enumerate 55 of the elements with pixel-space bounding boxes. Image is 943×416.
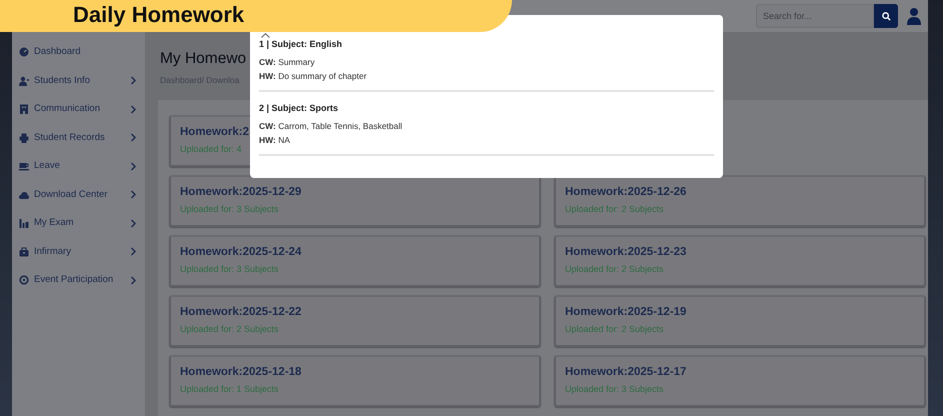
- card-title: Homework:2: [180, 124, 250, 140]
- homework-card[interactable]: Homework:2025-12-17 Uploaded for: 3 Subjects: [554, 354, 926, 407]
- sidebar-item[interactable]: Download Center: [12, 180, 145, 209]
- search-icon: [882, 12, 890, 20]
- briefcase-icon: [19, 246, 29, 257]
- user-icon[interactable]: [906, 7, 922, 25]
- card-title: Homework:2025-12-23: [565, 244, 686, 260]
- chevron-up-icon[interactable]: [261, 33, 270, 38]
- homework-card[interactable]: Homework:2025-12-19 Uploaded for: 2 Subjects: [554, 294, 926, 347]
- card-title: Homework:2025-12-19: [565, 304, 686, 320]
- card-subtitle: Uploaded for: 2 Subjects: [565, 262, 664, 276]
- entry-line: CW: Summary: [259, 56, 316, 69]
- ring-icon: [19, 275, 29, 286]
- sidebar-item[interactable]: Infirmary: [12, 238, 145, 266]
- page-title: My Homewo: [160, 49, 246, 69]
- card-title: Homework:2025-12-29: [180, 184, 302, 200]
- sidebar-item[interactable]: Dashboard: [12, 38, 145, 66]
- card-title: Homework:2025-12-22: [180, 304, 302, 320]
- card-subtitle: Uploaded for: 3 Subjects: [180, 262, 279, 276]
- sidebar-item[interactable]: Leave: [12, 152, 145, 180]
- card-title: Homework:2025-12-17: [565, 364, 686, 380]
- card-title: Homework:2025-12-24: [180, 244, 302, 260]
- entry-heading: 2 | Subject: Sports: [259, 102, 340, 114]
- entry-heading: 1 | Subject: English: [259, 38, 344, 50]
- homework-card[interactable]: Homework:2025-12-18 Uploaded for: 1 Subjects: [169, 354, 541, 407]
- gauge-icon: [19, 47, 29, 58]
- card-subtitle: Uploaded for: 1 Subjects: [180, 382, 279, 396]
- entry-line: CW: Carrom, Table Tennis, Basketball: [259, 120, 404, 133]
- homework-card[interactable]: Homework:2025-12-22 Uploaded for: 2 Subjects: [169, 294, 541, 347]
- user-plus-icon: [19, 76, 29, 86]
- entry-line: HW: Do summary of chapter: [259, 70, 368, 83]
- card-subtitle: Uploaded for: 3 Subjects: [565, 382, 664, 396]
- sidebar-item[interactable]: My Exam: [12, 209, 145, 238]
- card-subtitle: Uploaded for: 2 Subjects: [180, 322, 279, 336]
- entry-line: HW: NA: [259, 134, 292, 147]
- building-icon: [19, 104, 29, 114]
- homework-card[interactable]: Homework:2025-12-23 Uploaded for: 2 Subjects: [554, 234, 926, 287]
- banner-title: Daily Homework: [73, 1, 244, 29]
- card-subtitle: Uploaded for: 2 Subjects: [565, 202, 664, 216]
- sidebar-item[interactable]: Communication: [12, 95, 145, 124]
- search-field[interactable]: Search for...: [756, 4, 874, 28]
- card-subtitle: Uploaded for: 4: [180, 142, 242, 156]
- sidebar-item[interactable]: Event Participation: [12, 266, 145, 294]
- sidebar-item[interactable]: Students Info: [12, 66, 145, 95]
- sidebar-item[interactable]: Student Records: [12, 124, 145, 152]
- cloud-icon: [19, 190, 29, 200]
- homework-card[interactable]: Homework:2025-12-24 Uploaded for: 3 Subjects: [169, 234, 541, 287]
- homework-card[interactable]: Homework:2025-12-29 Uploaded for: 3 Subjects: [169, 174, 541, 227]
- card-subtitle: Uploaded for: 3 Subjects: [180, 202, 279, 216]
- card-title: Homework:2025-12-18: [180, 364, 302, 380]
- homework-card[interactable]: Homework:2025-12-26 Uploaded for: 2 Subjects: [554, 174, 926, 227]
- search-button[interactable]: [874, 4, 898, 28]
- card-title: Homework:2025-12-26: [565, 184, 686, 200]
- card-subtitle: Uploaded for: 2 Subjects: [565, 322, 664, 336]
- ranking-icon: [19, 218, 29, 228]
